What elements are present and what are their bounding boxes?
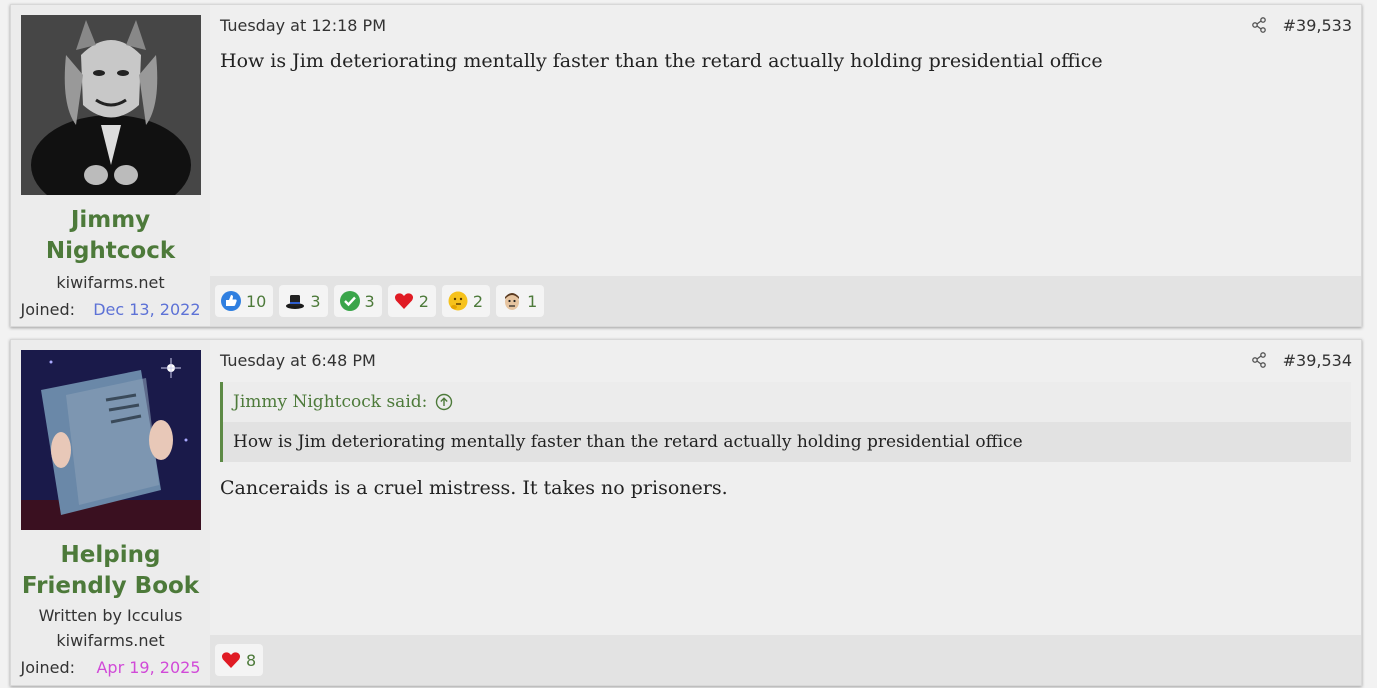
- post-header: Tuesday at 12:18 PM #39,533: [210, 5, 1361, 45]
- thinking-face-icon: [448, 291, 468, 311]
- reactions-bar: 8: [210, 635, 1361, 685]
- post-number[interactable]: #39,533: [1283, 16, 1352, 35]
- reaction-count: 3: [364, 291, 375, 311]
- face-icon: [505, 293, 520, 310]
- post: Jimmy Nightcock kiwifarms.net Joined: De…: [10, 4, 1362, 327]
- post-timestamp[interactable]: Tuesday at 6:48 PM: [220, 351, 376, 370]
- joined-label: Joined:: [20, 300, 75, 319]
- reaction-face[interactable]: 1: [496, 285, 545, 317]
- quote-block: Jimmy Nightcock said: How is Jim deterio…: [220, 382, 1351, 462]
- joined-date: Apr 19, 2025: [96, 658, 201, 677]
- check-icon: [339, 291, 360, 311]
- user-cell: Helping Friendly Book Written by Icculus…: [11, 340, 210, 685]
- reaction-thumbs-up[interactable]: 10: [215, 285, 274, 317]
- reaction-count: 2: [418, 291, 429, 311]
- joined-row: Joined: Dec 13, 2022: [21, 297, 201, 322]
- user-domain: kiwifarms.net: [56, 273, 165, 292]
- post: Helping Friendly Book Written by Icculus…: [10, 339, 1362, 686]
- post-body: How is Jim deteriorating mentally faster…: [210, 45, 1361, 276]
- reaction-thinking[interactable]: 2: [441, 285, 491, 317]
- share-icon[interactable]: [1251, 352, 1267, 368]
- reaction-count: 8: [246, 650, 257, 670]
- post-body: Jimmy Nightcock said: How is Jim deterio…: [210, 380, 1361, 635]
- reaction-top-hat[interactable]: 3: [279, 285, 328, 317]
- user-cell: Jimmy Nightcock kiwifarms.net Joined: De…: [11, 5, 210, 326]
- avatar[interactable]: [20, 15, 201, 195]
- avatar[interactable]: [20, 350, 201, 530]
- heart-icon: [394, 293, 413, 309]
- joined-date: Dec 13, 2022: [93, 300, 201, 319]
- user-title: Written by Icculus: [38, 606, 183, 625]
- quote-header[interactable]: Jimmy Nightcock said:: [223, 382, 1351, 422]
- reaction-check[interactable]: 3: [333, 285, 382, 317]
- joined-row: Joined: Apr 19, 2025: [21, 655, 201, 680]
- post-header: Tuesday at 6:48 PM #39,534: [210, 340, 1361, 380]
- quote-author: Jimmy Nightcock said:: [233, 392, 428, 412]
- user-domain: kiwifarms.net: [56, 631, 165, 650]
- post-text: Canceraids is a cruel mistress. It takes…: [220, 477, 728, 499]
- arrow-up-circle-icon[interactable]: [435, 393, 453, 411]
- thumbs-up-icon: [221, 291, 241, 311]
- username[interactable]: Helping Friendly Book: [11, 540, 210, 602]
- post-number[interactable]: #39,534: [1283, 351, 1352, 370]
- heart-icon: [221, 652, 241, 668]
- quote-body: How is Jim deteriorating mentally faster…: [223, 422, 1351, 462]
- reactions-bar: 10 3 3 2 2 1: [210, 276, 1361, 326]
- post-timestamp[interactable]: Tuesday at 12:18 PM: [220, 16, 386, 35]
- share-icon[interactable]: [1251, 17, 1267, 33]
- username[interactable]: Jimmy Nightcock: [11, 205, 210, 267]
- reaction-heart[interactable]: 8: [215, 644, 264, 676]
- post-main: Tuesday at 6:48 PM #39,534 Jimmy Nightco…: [210, 340, 1361, 685]
- reaction-count: 3: [310, 291, 321, 311]
- joined-label: Joined:: [20, 658, 75, 677]
- post-text: How is Jim deteriorating mentally faster…: [220, 50, 1103, 72]
- reaction-heart[interactable]: 2: [387, 285, 436, 317]
- reaction-count: 2: [472, 291, 484, 311]
- post-main: Tuesday at 12:18 PM #39,533 How is Jim d…: [210, 5, 1361, 326]
- reaction-count: 1: [527, 291, 538, 311]
- reaction-count: 10: [246, 291, 267, 311]
- top-hat-icon: [286, 295, 305, 309]
